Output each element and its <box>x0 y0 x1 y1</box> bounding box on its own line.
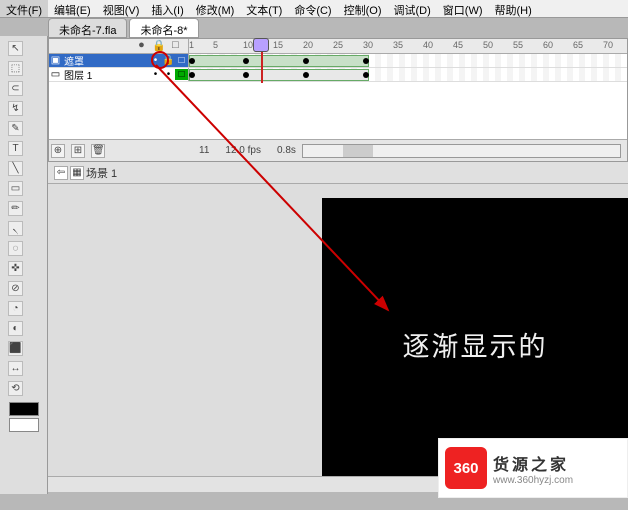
menu-modify[interactable]: 修改(M) <box>190 0 241 17</box>
tab-doc-0[interactable]: 未命名-7.fla <box>48 18 127 38</box>
playhead[interactable] <box>261 39 263 83</box>
menu-file[interactable]: 文件(F) <box>0 0 48 17</box>
scene-label: 场景 1 <box>86 165 117 181</box>
layer-icon: ▭ <box>49 69 62 80</box>
tool-rot[interactable]: ⟲ <box>8 381 23 396</box>
eye-icon[interactable]: ● <box>135 39 148 52</box>
ruler-mark: 5 <box>213 40 218 50</box>
tab-doc-1[interactable]: 未命名-8* <box>129 18 198 38</box>
tool-transform[interactable]: ↯ <box>8 101 23 116</box>
outline-icon[interactable]: □ <box>169 39 182 52</box>
menu-text[interactable]: 文本(T) <box>240 0 288 17</box>
ruler-mark: 25 <box>333 40 343 50</box>
tool-pencil[interactable]: ✏ <box>8 201 23 216</box>
watermark-logo: 360 <box>445 447 487 489</box>
document-tabs: 未命名-7.fla 未命名-8* <box>48 18 201 38</box>
ruler-mark: 60 <box>543 40 553 50</box>
layer-vis-dot[interactable]: • <box>149 69 162 80</box>
new-folder-button[interactable]: ⊞ <box>71 144 85 158</box>
layer-1[interactable]: ▭ 图层 1 • • □ <box>49 68 627 82</box>
layer-frames[interactable] <box>189 54 627 67</box>
tool-lasso[interactable]: ⊂ <box>8 81 23 96</box>
layer-lock-dot[interactable]: • <box>162 69 175 80</box>
menu-insert[interactable]: 插入(I) <box>145 0 189 17</box>
mask-layer-icon: ▣ <box>49 55 62 66</box>
layer-name: 遮罩 <box>62 53 149 68</box>
tool-dropper[interactable]: ◔ <box>8 301 23 316</box>
stroke-color[interactable] <box>9 402 39 416</box>
keyframe[interactable] <box>303 72 309 78</box>
scene-bar: ⇦ ▦ 场景 1 <box>48 162 628 184</box>
tool-panel: ↖ ⬚ ⊂ ↯ ✎ T ╲ ▭ ✏ ৲ ◌ ✜ ⊘ ◔ ◐ ⬛ ↔ ⟲ <box>0 36 48 494</box>
tool-ink[interactable]: ✜ <box>8 261 23 276</box>
ruler-mark: 55 <box>513 40 523 50</box>
menu-view[interactable]: 视图(V) <box>97 0 146 17</box>
layer-outline-dot[interactable]: □ <box>175 69 188 80</box>
ruler-mark: 70 <box>603 40 613 50</box>
menu-command[interactable]: 命令(C) <box>288 0 337 17</box>
watermark-title: 货源之家 <box>493 451 573 475</box>
keyframe[interactable] <box>363 58 369 64</box>
ruler-mark: 65 <box>573 40 583 50</box>
ruler-mark: 1 <box>189 40 194 50</box>
fill-color[interactable] <box>9 418 39 432</box>
time-label: 0.8s <box>277 145 296 156</box>
layer-outline-dot[interactable]: □ <box>175 55 188 66</box>
watermark-url: www.360hyzj.com <box>493 475 573 486</box>
menu-edit[interactable]: 编辑(E) <box>48 0 97 17</box>
fps-label: 12.0 fps <box>225 145 261 156</box>
layer-mask[interactable]: ▣ 遮罩 • 🔒 □ <box>49 54 627 68</box>
ruler-mark: 30 <box>363 40 373 50</box>
timeline: ● 🔒 □ 151015202530354045505560657075 ▣ 遮… <box>48 38 628 162</box>
tool-select[interactable]: ↖ <box>8 41 23 56</box>
back-button[interactable]: ⇦ <box>54 166 68 180</box>
timeline-scrollbar[interactable] <box>302 144 621 158</box>
delete-layer-button[interactable]: 🗑 <box>91 144 105 158</box>
menu-window[interactable]: 窗口(W) <box>437 0 489 17</box>
tool-pen[interactable]: ✎ <box>8 121 23 136</box>
scrollbar-thumb[interactable] <box>343 145 373 157</box>
ruler-mark: 45 <box>453 40 463 50</box>
layer-column-headers: ● 🔒 □ <box>49 39 189 53</box>
keyframe[interactable] <box>303 58 309 64</box>
keyframe[interactable] <box>243 58 249 64</box>
timeline-status: ⊕ ⊞ 🗑 11 12.0 fps 0.8s <box>49 139 627 161</box>
tool-text[interactable]: T <box>8 141 23 156</box>
tool-eraser[interactable]: ◐ <box>8 321 23 336</box>
keyframe[interactable] <box>243 72 249 78</box>
ruler-mark: 20 <box>303 40 313 50</box>
tool-oval[interactable]: ◌ <box>8 241 23 256</box>
ruler-mark: 15 <box>273 40 283 50</box>
menu-bar: 文件(F) 编辑(E) 视图(V) 插入(I) 修改(M) 文本(T) 命令(C… <box>0 0 628 18</box>
layer-frames[interactable] <box>189 68 627 81</box>
scene-icon: ▦ <box>70 166 84 180</box>
layer-name: 图层 1 <box>62 67 149 82</box>
ruler-mark: 50 <box>483 40 493 50</box>
tool-rect[interactable]: ▭ <box>8 181 23 196</box>
menu-debug[interactable]: 调试(D) <box>388 0 437 17</box>
tool-zoom-h[interactable]: ↔ <box>8 361 23 376</box>
tool-hand[interactable]: ⬛ <box>8 341 23 356</box>
ruler-mark: 10 <box>243 40 253 50</box>
tool-bucket[interactable]: ⊘ <box>8 281 23 296</box>
stage-text: 逐渐显示的 <box>403 325 548 364</box>
ruler-mark: 35 <box>393 40 403 50</box>
watermark: 360 货源之家 www.360hyzj.com <box>438 438 628 498</box>
lock-highlight-icon <box>151 51 169 69</box>
tool-subselect[interactable]: ⬚ <box>8 61 23 76</box>
keyframe[interactable] <box>189 72 195 78</box>
menu-control[interactable]: 控制(O) <box>338 0 388 17</box>
keyframe[interactable] <box>363 72 369 78</box>
menu-help[interactable]: 帮助(H) <box>489 0 538 17</box>
tool-brush[interactable]: ৲ <box>8 221 23 236</box>
keyframe[interactable] <box>189 58 195 64</box>
current-frame: 11 <box>199 145 209 156</box>
ruler-mark: 40 <box>423 40 433 50</box>
new-layer-button[interactable]: ⊕ <box>51 144 65 158</box>
tool-line[interactable]: ╲ <box>8 161 23 176</box>
